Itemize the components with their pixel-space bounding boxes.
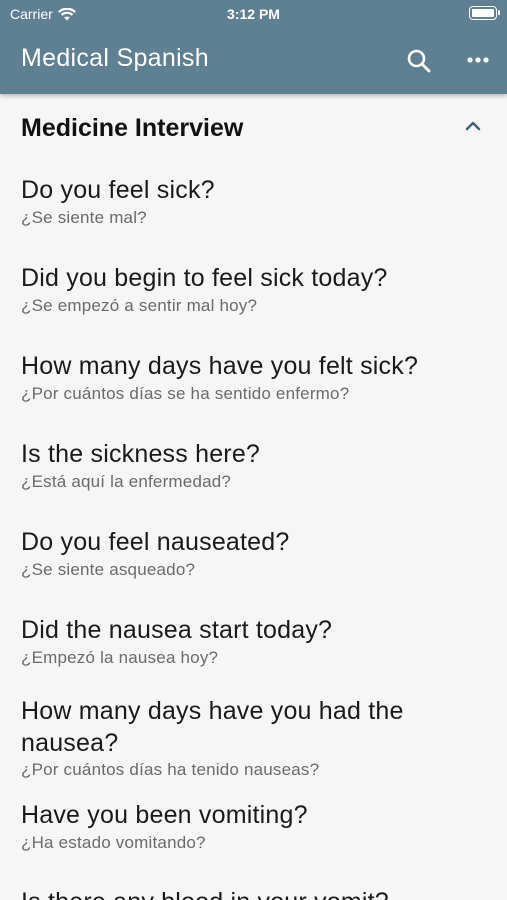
phrase-spanish: ¿Se siente asqueado? bbox=[21, 560, 196, 579]
phrase-english: Have you been vomiting? bbox=[21, 801, 308, 829]
status-time: 3:12 PM bbox=[227, 6, 280, 22]
phrase-spanish: ¿Está aquí la enfermedad? bbox=[21, 472, 232, 491]
phrase-item[interactable]: How many days have you had the nausea? ¿… bbox=[0, 695, 507, 795]
phrase-english: How many days have you had the nausea? bbox=[21, 697, 404, 757]
phrase-list: Medicine Interview Do you feel sick? ¿Se… bbox=[0, 94, 507, 900]
phrase-item[interactable]: Have you been vomiting? ¿Ha estado vomit… bbox=[0, 799, 507, 879]
app-bar: Carrier 3:12 PM Medical Spanish bbox=[0, 0, 507, 94]
phrase-spanish: ¿Ha estado vomitando? bbox=[21, 833, 206, 852]
phrase-english: Do you feel nauseated? bbox=[21, 528, 290, 556]
search-icon[interactable] bbox=[404, 46, 434, 76]
phrase-item[interactable]: Did the nausea start today? ¿Empezó la n… bbox=[0, 614, 507, 694]
phrase-english: Is there any blood in your vomit? bbox=[21, 886, 491, 900]
section-title: Medicine Interview bbox=[21, 114, 244, 142]
phrase-item[interactable]: How many days have you felt sick? ¿Por c… bbox=[0, 350, 507, 430]
phrase-spanish: ¿Por cuántos días ha tenido nauseas? bbox=[21, 760, 320, 779]
phrase-item[interactable]: Is there any blood in your vomit? bbox=[0, 886, 507, 900]
phrase-item[interactable]: Do you feel nauseated? ¿Se siente asquea… bbox=[0, 526, 507, 606]
phrase-item[interactable]: Did you begin to feel sick today? ¿Se em… bbox=[0, 262, 507, 342]
battery-icon bbox=[469, 6, 500, 20]
phrase-english: Did the nausea start today? bbox=[21, 616, 333, 644]
more-horizontal-icon[interactable] bbox=[462, 48, 492, 72]
status-bar: Carrier 3:12 PM bbox=[0, 0, 507, 28]
phrase-spanish: ¿Empezó la nausea hoy? bbox=[21, 648, 219, 667]
phrase-english: Did you begin to feel sick today? bbox=[21, 264, 388, 292]
phrase-item[interactable]: Is the sickness here? ¿Está aquí la enfe… bbox=[0, 438, 507, 518]
phrase-spanish: ¿Se empezó a sentir mal hoy? bbox=[21, 296, 258, 315]
phrase-spanish: ¿Por cuántos días se ha sentido enfermo? bbox=[21, 384, 350, 403]
phrase-english: Is the sickness here? bbox=[21, 440, 261, 468]
phrase-spanish: ¿Se siente mal? bbox=[21, 208, 147, 227]
chevron-up-icon[interactable] bbox=[462, 118, 484, 134]
app-title: Medical Spanish bbox=[21, 44, 209, 72]
section-header-medicine-interview[interactable]: Medicine Interview bbox=[0, 94, 507, 160]
phrase-item[interactable]: Do you feel sick? ¿Se siente mal? bbox=[0, 174, 507, 254]
phrase-english: Do you feel sick? bbox=[21, 176, 215, 204]
phrase-english: How many days have you felt sick? bbox=[21, 352, 419, 380]
